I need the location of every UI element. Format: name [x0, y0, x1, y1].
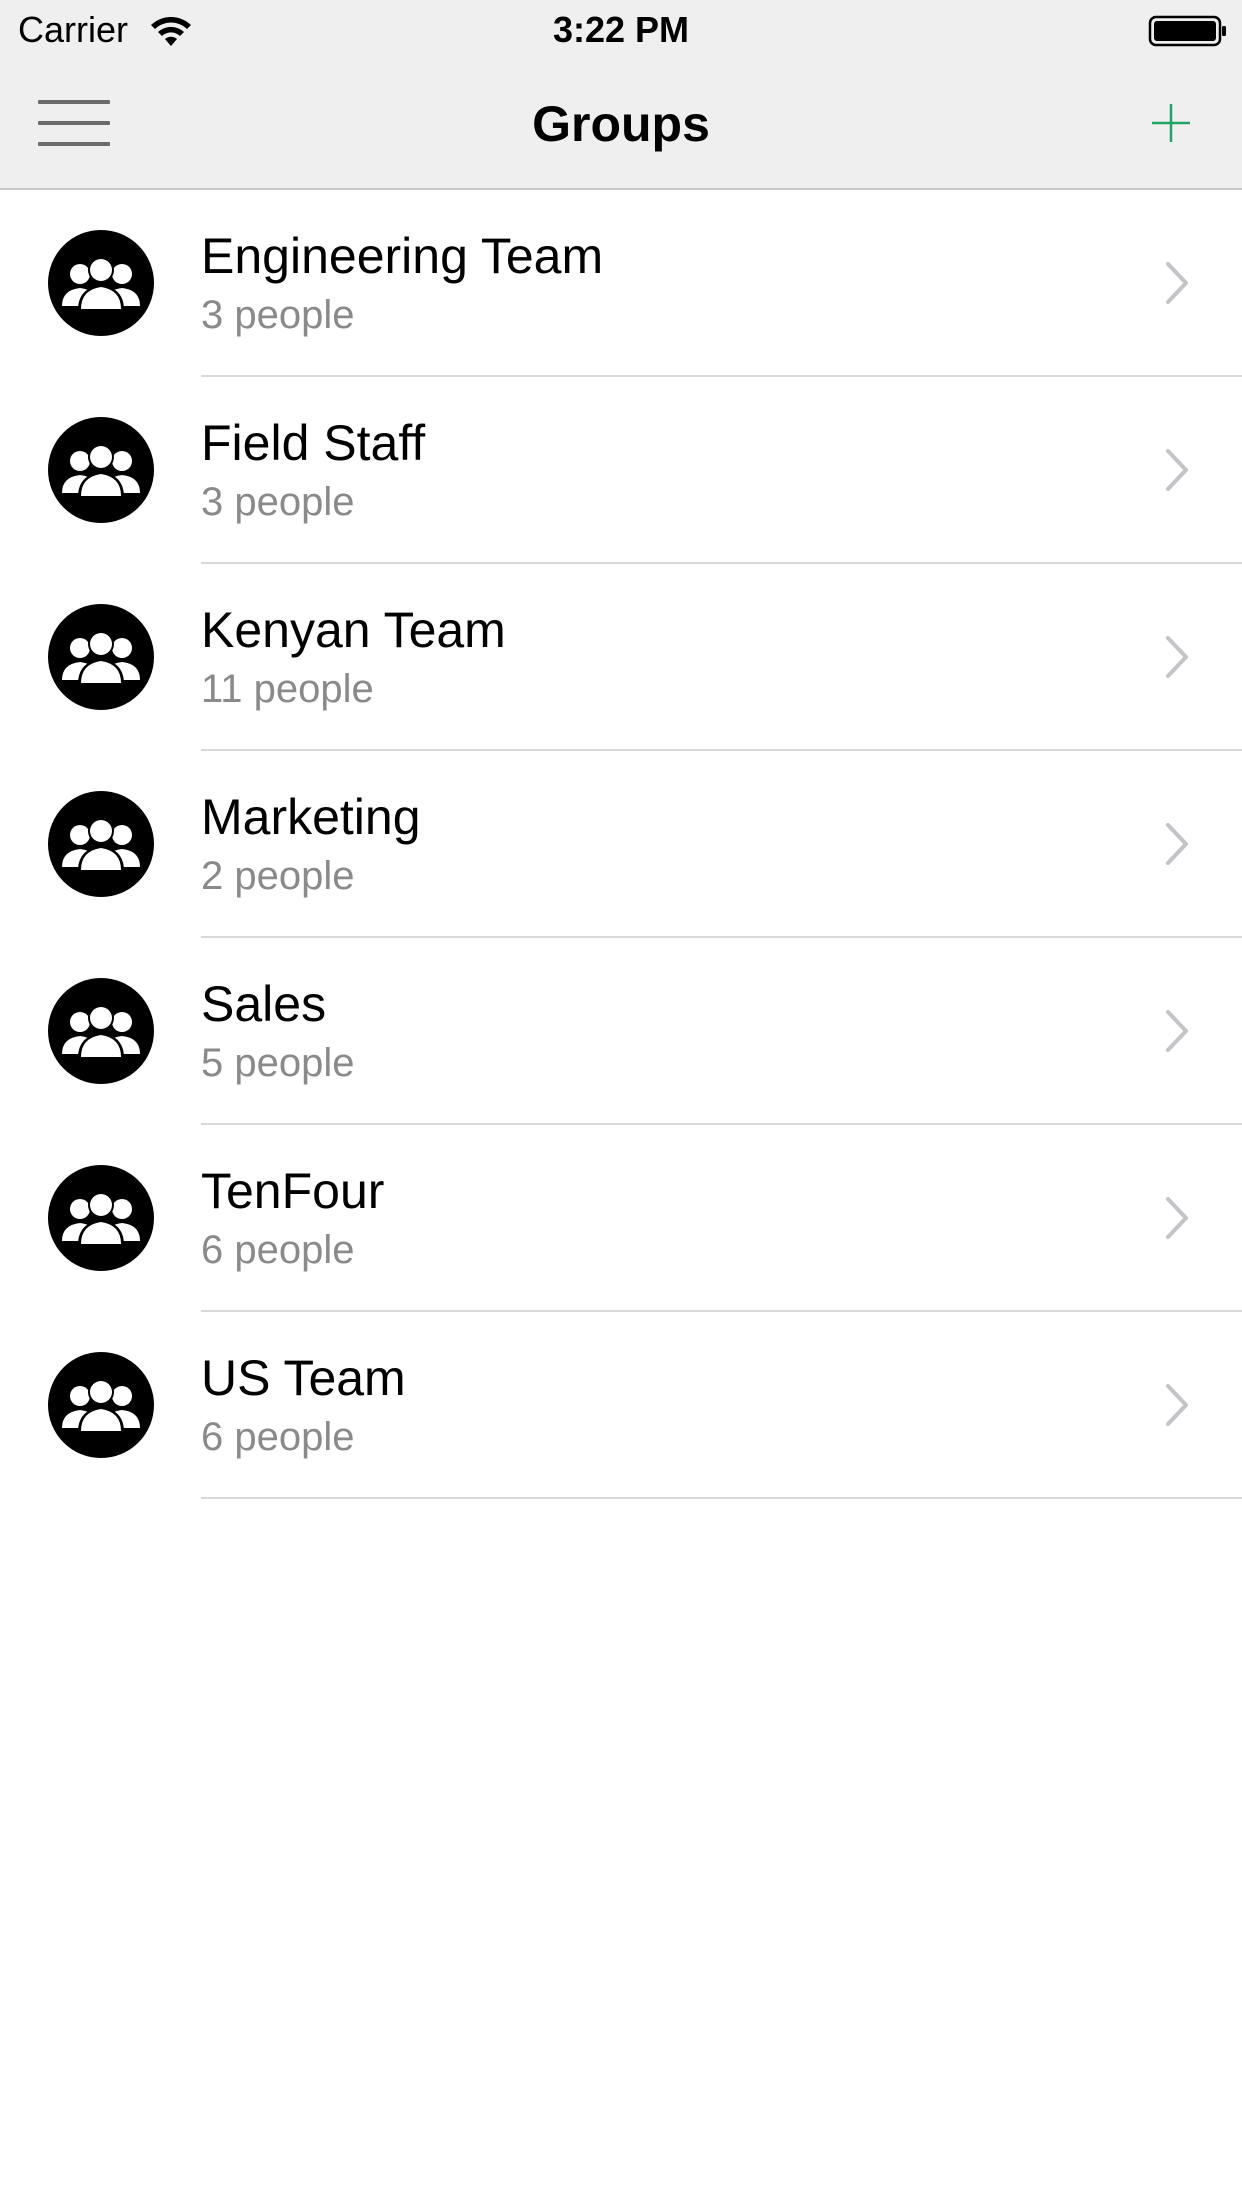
chevron-right-icon [1166, 1384, 1188, 1426]
group-name: TenFour [201, 1163, 385, 1219]
group-list-item[interactable]: Kenyan Team 11 people [0, 564, 1242, 751]
group-list: Engineering Team 3 people Field Staff 3 [0, 190, 1242, 1499]
chevron-right-icon [1166, 823, 1188, 865]
group-list-item[interactable]: TenFour 6 people [0, 1125, 1242, 1312]
group-member-count: 5 people [201, 1041, 355, 1085]
group-name: Engineering Team [201, 228, 604, 284]
status-time: 3:22 PM [552, 9, 690, 50]
group-name: Sales [201, 976, 327, 1032]
group-list-item[interactable]: US Team 6 people [0, 1312, 1242, 1499]
battery-icon [1148, 15, 1226, 47]
chevron-right-icon [1166, 449, 1188, 491]
navigation-bar: Groups [0, 60, 1242, 190]
group-people-icon [48, 604, 154, 710]
plus-icon [1152, 104, 1190, 142]
group-name: Marketing [201, 789, 421, 845]
chevron-right-icon [1166, 1197, 1188, 1239]
group-people-icon [48, 1165, 154, 1271]
group-member-count: 6 people [201, 1228, 355, 1272]
group-member-count: 3 people [201, 293, 355, 337]
group-people-icon [48, 978, 154, 1084]
group-name: US Team [201, 1350, 406, 1406]
page-title: Groups [532, 96, 710, 152]
group-list-item[interactable]: Sales 5 people [0, 938, 1242, 1125]
group-list-item[interactable]: Marketing 2 people [0, 751, 1242, 938]
group-member-count: 2 people [201, 854, 355, 898]
groups-screen: Carrier 3:22 PM Groups Engineering Team … [0, 0, 1242, 2208]
group-list-item[interactable]: Engineering Team 3 people [0, 190, 1242, 377]
group-member-count: 11 people [201, 667, 374, 711]
chevron-right-icon [1166, 636, 1188, 678]
chevron-right-icon [1166, 1010, 1188, 1052]
group-people-icon [48, 791, 154, 897]
status-bar: Carrier 3:22 PM [0, 0, 1242, 60]
group-name: Field Staff [201, 415, 426, 471]
group-people-icon [48, 417, 154, 523]
row-separator [201, 1497, 1242, 1499]
group-member-count: 6 people [201, 1415, 355, 1459]
add-group-button[interactable] [1148, 100, 1194, 146]
group-member-count: 3 people [201, 480, 355, 524]
group-list-item[interactable]: Field Staff 3 people [0, 377, 1242, 564]
group-people-icon [48, 1352, 154, 1458]
group-people-icon [48, 230, 154, 336]
group-name: Kenyan Team [201, 602, 506, 658]
chevron-right-icon [1166, 262, 1188, 304]
